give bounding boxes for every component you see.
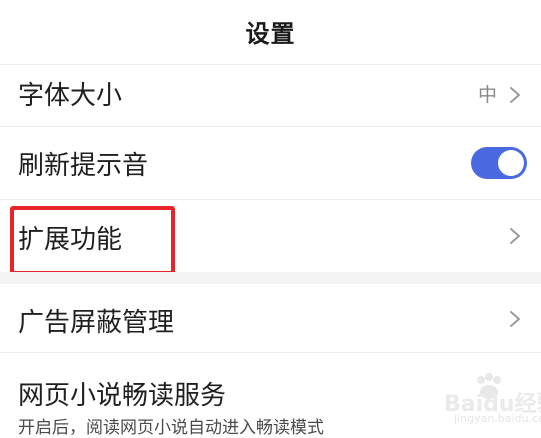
refresh-sound-label: 刷新提示音 [18,151,149,181]
setting-row-ad-block[interactable]: 广告屏蔽管理 [0,284,541,352]
refresh-sound-toggle[interactable] [471,147,527,179]
setting-row-font-size[interactable]: 字体大小 中 [0,65,541,126]
section-gap [0,272,541,284]
highlight-annotation-box [10,206,175,275]
toggle-knob [498,150,524,176]
page-title: 设置 [245,19,296,48]
setting-row-refresh-sound: 刷新提示音 [0,127,541,199]
font-size-label: 字体大小 [18,81,123,111]
watermark-url: jingyan.baidu.com [454,412,541,425]
chevron-right-icon [510,228,520,244]
reading-mode-label: 网页小说畅读服务 [18,381,227,411]
chevron-right-icon [510,311,520,327]
font-size-value: 中 [477,84,497,106]
watermark-logo: Baidu经验 jingyan.baidu.com [438,372,541,430]
ad-block-label: 广告屏蔽管理 [18,308,175,338]
header-bar: 设置 [0,0,541,64]
chevron-right-icon [510,87,520,103]
reading-mode-description: 开启后，阅读网页小说自动进入畅读模式 [18,418,324,438]
